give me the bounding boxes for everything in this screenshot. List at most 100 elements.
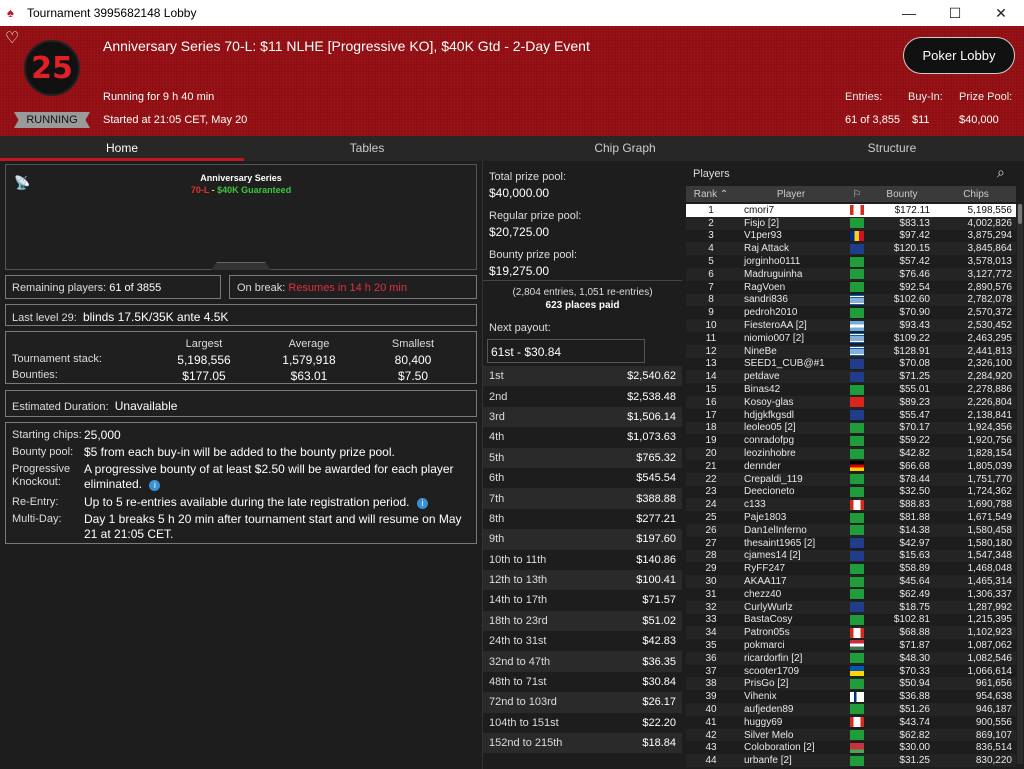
player-row[interactable]: 29 RyFF247 $58.89 1,468,048	[686, 562, 1016, 575]
favorite-heart-icon[interactable]: ♡	[5, 28, 19, 48]
player-row[interactable]: 44 urbanfe [2] $31.25 830,220	[686, 754, 1016, 768]
player-row[interactable]: 23 Deecioneto $32.50 1,724,362	[686, 486, 1016, 499]
player-row[interactable]: 1 cmori7 $172.11 5,198,556	[686, 204, 1016, 217]
player-row[interactable]: 10 FiesteroAA [2] $93.43 2,530,452	[686, 319, 1016, 332]
player-row[interactable]: 13 SEED1_CUB@#1 $70.08 2,326,100	[686, 358, 1016, 371]
tab-home[interactable]: Home	[0, 136, 244, 161]
bounty-smallest: $7.50	[397, 369, 429, 383]
player-row[interactable]: 2 Fisjo [2] $83.13 4,002,826	[686, 216, 1016, 230]
player-row[interactable]: 8 sandri836 $102.60 2,782,078	[686, 293, 1016, 307]
maximize-button[interactable]: ☐	[932, 0, 978, 26]
player-row[interactable]: 28 cjames14 [2] $15.63 1,547,348	[686, 549, 1016, 563]
total-prize-value: $40,000.00	[489, 186, 550, 200]
player-row[interactable]: 25 Paje1803 $81.88 1,671,549	[686, 511, 1016, 524]
payout-place: 12th to 13th	[489, 574, 548, 587]
player-chips: 869,107	[975, 729, 1012, 741]
prize-pool-value: $40,000	[959, 114, 999, 126]
payout-amount: $22.20	[642, 716, 676, 729]
player-row[interactable]: 4 Raj Attack $120.15 3,845,864	[686, 242, 1016, 256]
collapse-handle[interactable]	[211, 262, 271, 270]
player-row[interactable]: 31 chezz40 $62.49 1,306,337	[686, 588, 1016, 601]
player-row[interactable]: 41 huggy69 $43.74 900,556	[686, 716, 1016, 729]
payout-row: 48th to 71st $30.84	[483, 672, 682, 692]
player-bounty: $62.49	[899, 588, 930, 600]
player-row[interactable]: 12 NineBe $128.91 2,441,813	[686, 344, 1016, 358]
player-rank: 34	[705, 627, 717, 639]
player-name: PrisGo [2]	[744, 678, 789, 690]
player-row[interactable]: 40 aufjeden89 $51.26 946,187	[686, 703, 1016, 716]
player-row[interactable]: 30 AKAA117 $45.64 1,465,314	[686, 575, 1016, 588]
tab-chip-graph[interactable]: Chip Graph	[490, 136, 760, 161]
player-rank: 26	[705, 524, 717, 536]
close-button[interactable]: ✕	[978, 0, 1024, 26]
player-row[interactable]: 22 Crepaldi_119 $78.44 1,751,770	[686, 472, 1016, 486]
player-chips: 1,287,992	[967, 601, 1013, 613]
player-rank: 18	[705, 422, 717, 434]
player-row[interactable]: 5 jorginho0111 $57.42 3,578,013	[686, 255, 1016, 268]
tab-tables[interactable]: Tables	[244, 136, 490, 161]
player-row[interactable]: 32 CurlyWurlz $18.75 1,287,992	[686, 600, 1016, 614]
next-payout-value: 61st - $30.84	[487, 339, 645, 363]
country-flag-icon	[846, 666, 868, 677]
player-row[interactable]: 6 Madruguinha $76.46 3,127,772	[686, 267, 1016, 281]
tab-structure[interactable]: Structure	[760, 136, 1024, 161]
player-rank: 5	[708, 256, 714, 268]
col-rank[interactable]: Rank ⌃	[686, 189, 736, 200]
last-level-value: blinds 17.5K/35K ante 4.5K	[82, 310, 229, 324]
player-row[interactable]: 42 Silver Melo $62.82 869,107	[686, 728, 1016, 742]
minimize-button[interactable]: —	[886, 0, 932, 26]
col-player[interactable]: Player	[736, 189, 846, 200]
player-row[interactable]: 26 Dan1elInferno $14.38 1,580,458	[686, 523, 1016, 537]
player-rank: 16	[705, 396, 717, 408]
player-chips: 2,890,576	[967, 281, 1013, 293]
player-row[interactable]: 11 niomio007 [2] $109.22 2,463,295	[686, 332, 1016, 345]
player-row[interactable]: 17 hdjgkfkgsdl $55.47 2,138,841	[686, 409, 1016, 422]
player-name: AKAA117	[744, 576, 787, 587]
tournament-details-box: Starting chips: 25,000 Bounty pool: $5 f…	[5, 422, 477, 544]
player-row[interactable]: 37 scooter1709 $70.33 1,066,614	[686, 665, 1016, 678]
country-flag-icon	[846, 230, 868, 241]
player-name: ricardorfin [2]	[744, 652, 803, 664]
search-icon[interactable]: ⌕	[997, 164, 1005, 181]
player-row[interactable]: 20 leozinhobre $42.82 1,828,154	[686, 447, 1016, 460]
payout-place: 14th to 17th	[489, 594, 548, 607]
payout-amount: $71.57	[642, 594, 676, 607]
col-chips[interactable]: Chips	[936, 189, 1016, 200]
player-row[interactable]: 7 RagVoen $92.54 2,890,576	[686, 281, 1016, 294]
player-row[interactable]: 27 thesaint1965 [2] $42.97 1,580,180	[686, 537, 1016, 550]
col-bounty[interactable]: Bounty	[868, 189, 936, 200]
player-row[interactable]: 35 pokmarci $71.87 1,087,062	[686, 639, 1016, 652]
player-row[interactable]: 18 leoleo05 [2] $70.17 1,924,356	[686, 421, 1016, 435]
payout-amount: $100.41	[636, 574, 676, 587]
player-bounty: $71.87	[899, 639, 930, 651]
player-rank: 37	[705, 665, 717, 677]
players-scrollbar[interactable]	[1017, 204, 1023, 764]
player-bounty: $109.22	[893, 332, 930, 344]
poker-lobby-button[interactable]: Poker Lobby	[903, 37, 1015, 74]
player-row[interactable]: 34 Patron05s $68.88 1,102,923	[686, 626, 1016, 640]
flag-column-icon[interactable]: ⚐	[846, 189, 868, 200]
break-label: On break:	[237, 282, 286, 294]
player-row[interactable]: 9 pedroh2010 $70.90 2,570,372	[686, 306, 1016, 319]
player-name: RagVoen	[744, 281, 786, 293]
pko-info-icon[interactable]: i	[149, 480, 161, 491]
player-row[interactable]: 19 conradofpg $59.22 1,920,756	[686, 434, 1016, 447]
player-row[interactable]: 14 petdave $71.25 2,284,920	[686, 370, 1016, 384]
payout-amount: $140.86	[636, 553, 676, 566]
player-row[interactable]: 24 c133 $88.83 1,690,788	[686, 498, 1016, 512]
player-name: Deecioneto	[744, 486, 795, 498]
player-row[interactable]: 43 Coloboration [2] $30.00 836,514	[686, 741, 1016, 754]
payout-row: 7th $388.88	[483, 488, 682, 509]
country-flag-icon	[846, 243, 868, 254]
player-row[interactable]: 3 V1per93 $97.42 3,875,294	[686, 230, 1016, 243]
player-row[interactable]: 21 dennder $66.68 1,805,039	[686, 460, 1016, 473]
player-row[interactable]: 15 Binas42 $55.01 2,278,886	[686, 383, 1016, 396]
player-row[interactable]: 38 PrisGo [2] $50.94 961,656	[686, 677, 1016, 691]
player-row[interactable]: 16 Kosoy-glas $89.23 2,226,804	[686, 395, 1016, 409]
scrollbar-thumb[interactable]	[1018, 204, 1022, 224]
player-row[interactable]: 39 Vihenix $36.88 954,638	[686, 690, 1016, 703]
player-rank: 9	[708, 307, 714, 319]
reentry-info-icon[interactable]: i	[416, 498, 428, 509]
player-row[interactable]: 33 BastaCosy $102.81 1,215,395	[686, 614, 1016, 627]
player-row[interactable]: 36 ricardorfin [2] $48.30 1,082,546	[686, 651, 1016, 665]
